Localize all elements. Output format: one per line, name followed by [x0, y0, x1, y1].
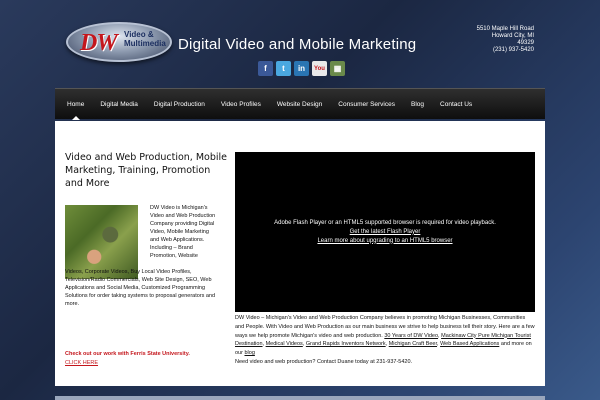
link-medical-videos[interactable]: Medical Videos	[266, 341, 303, 347]
nav-item-website-design[interactable]: Website Design	[269, 89, 330, 120]
nav-item-home[interactable]: Home	[59, 89, 92, 120]
desc-contact: Need video and web production? Contact D…	[235, 358, 413, 365]
facebook-icon[interactable]: f	[258, 61, 273, 76]
intro-text: DW Video is Michigan's Video and Web Pro…	[150, 205, 216, 259]
nav-item-digital-production[interactable]: Digital Production	[146, 89, 213, 120]
dw-video-logo[interactable]: DW Video & Multimedia	[66, 22, 172, 62]
twitter-icon[interactable]: t	[276, 61, 291, 76]
site-title: Digital Video and Mobile Marketing	[178, 36, 417, 53]
link-30-years[interactable]: 30 Years of DW Video	[384, 333, 438, 339]
main-nav: Home Digital Media Digital Production Vi…	[55, 88, 545, 120]
link-grand-rapids-inventors[interactable]: Grand Rapids Inventors Network	[306, 341, 386, 347]
flash-player-link[interactable]: Get the latest Flash Player	[350, 228, 421, 237]
address-phone: (231) 937-5420	[492, 47, 534, 53]
html5-browser-link[interactable]: Learn more about upgrading to an HTML5 b…	[317, 237, 452, 246]
nav-item-consumer-services[interactable]: Consumer Services	[330, 89, 403, 120]
logo-subtitle: Video & Multimedia	[124, 30, 166, 48]
link-blog[interactable]: blog	[244, 350, 254, 356]
contact-address: 5510 Maple Hill Road Howard City, MI 493…	[477, 26, 534, 54]
logo-dw-text: DW	[80, 30, 118, 56]
click-here-link[interactable]: CLICK HERE	[65, 360, 98, 366]
nav-item-blog[interactable]: Blog	[403, 89, 432, 120]
ferris-callout: Check out our work with Ferris State Uni…	[65, 351, 190, 357]
link-web-based-applications[interactable]: Web Based Applications	[440, 341, 499, 347]
address-street: 5510 Maple Hill Road	[476, 26, 534, 32]
content-area: Video and Web Production, Mobile Marketi…	[55, 121, 545, 386]
company-description: DW Video – Michigan's Video and Web Prod…	[235, 314, 535, 367]
nav-item-contact-us[interactable]: Contact Us	[432, 89, 480, 120]
youtube-icon[interactable]: You	[312, 61, 327, 76]
linkedin-icon[interactable]: in	[294, 61, 309, 76]
video-message: Adobe Flash Player or an HTML5 supported…	[274, 219, 496, 226]
address-city: Howard City, MI	[491, 33, 534, 39]
social-links: f t in You ▦	[258, 61, 345, 76]
link-michigan-craft-beer[interactable]: Michigan Craft Beer	[389, 341, 437, 347]
nav-item-video-profiles[interactable]: Video Profiles	[213, 89, 269, 120]
nav-item-digital-media[interactable]: Digital Media	[92, 89, 146, 120]
page-heading: Video and Web Production, Mobile Marketi…	[65, 152, 228, 189]
footer-bar	[55, 396, 545, 400]
address-zip: 49329	[517, 40, 534, 46]
feed-icon[interactable]: ▦	[330, 61, 345, 76]
intro-text-continued: Videos, Corporate Videos, Buy Local Vide…	[65, 269, 216, 307]
video-player[interactable]: Adobe Flash Player or an HTML5 supported…	[235, 152, 535, 312]
